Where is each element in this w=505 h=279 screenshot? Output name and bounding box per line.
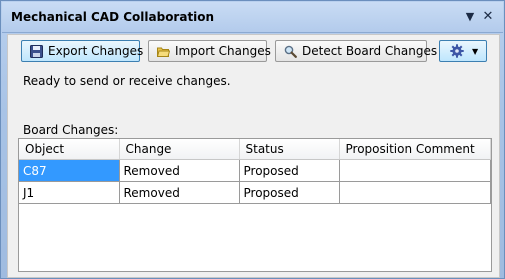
cell-status[interactable]: Proposed bbox=[239, 181, 340, 204]
board-changes-table: Object Change Status Proposition Comment… bbox=[19, 139, 491, 204]
export-changes-button[interactable]: Export Changes bbox=[21, 40, 144, 62]
detect-board-changes-button[interactable]: Detect Board Changes bbox=[275, 40, 437, 62]
panel-title: Mechanical CAD Collaboration bbox=[11, 10, 215, 24]
status-text: Ready to send or receive changes. bbox=[23, 74, 231, 88]
cell-object[interactable]: C87 bbox=[19, 159, 120, 182]
cell-status[interactable]: Proposed bbox=[239, 159, 340, 182]
column-header-status[interactable]: Status bbox=[239, 139, 340, 160]
cell-comment[interactable] bbox=[339, 159, 491, 182]
board-changes-label: Board Changes: bbox=[23, 123, 119, 137]
panel-titlebar: Mechanical CAD Collaboration ▼ ✕ bbox=[2, 2, 503, 33]
cell-change[interactable]: Removed bbox=[119, 159, 240, 182]
column-header-proposition-comment[interactable]: Proposition Comment bbox=[339, 139, 491, 160]
cell-comment[interactable] bbox=[339, 181, 491, 204]
cell-change[interactable]: Removed bbox=[119, 181, 240, 204]
import-changes-label: Import Changes bbox=[175, 44, 271, 58]
detect-board-changes-label: Detect Board Changes bbox=[302, 44, 438, 58]
import-changes-button[interactable]: Import Changes bbox=[148, 40, 271, 62]
magnifier-icon bbox=[284, 45, 297, 58]
board-changes-grid: Object Change Status Proposition Comment… bbox=[18, 138, 492, 272]
cell-object[interactable]: J1 bbox=[19, 181, 120, 204]
folder-open-icon bbox=[157, 47, 170, 57]
table-row[interactable]: J1 Removed Proposed bbox=[19, 181, 491, 204]
export-changes-label: Export Changes bbox=[48, 44, 144, 58]
column-header-object[interactable]: Object bbox=[19, 139, 120, 160]
panel-menu-chevron-icon[interactable]: ▼ bbox=[463, 10, 477, 24]
settings-dropdown-button[interactable]: ▼ bbox=[439, 40, 487, 62]
floppy-disk-icon bbox=[30, 44, 43, 58]
panel-content: Export Changes Import Changes Detect Boa… bbox=[7, 34, 500, 278]
table-row[interactable]: C87 Removed Proposed bbox=[19, 159, 491, 182]
column-header-change[interactable]: Change bbox=[119, 139, 240, 160]
chevron-down-icon: ▼ bbox=[472, 46, 479, 56]
table-header-row: Object Change Status Proposition Comment bbox=[19, 139, 491, 160]
mcad-panel: Mechanical CAD Collaboration ▼ ✕ Export … bbox=[0, 0, 505, 279]
gear-icon bbox=[450, 44, 464, 58]
close-icon[interactable]: ✕ bbox=[481, 10, 495, 24]
